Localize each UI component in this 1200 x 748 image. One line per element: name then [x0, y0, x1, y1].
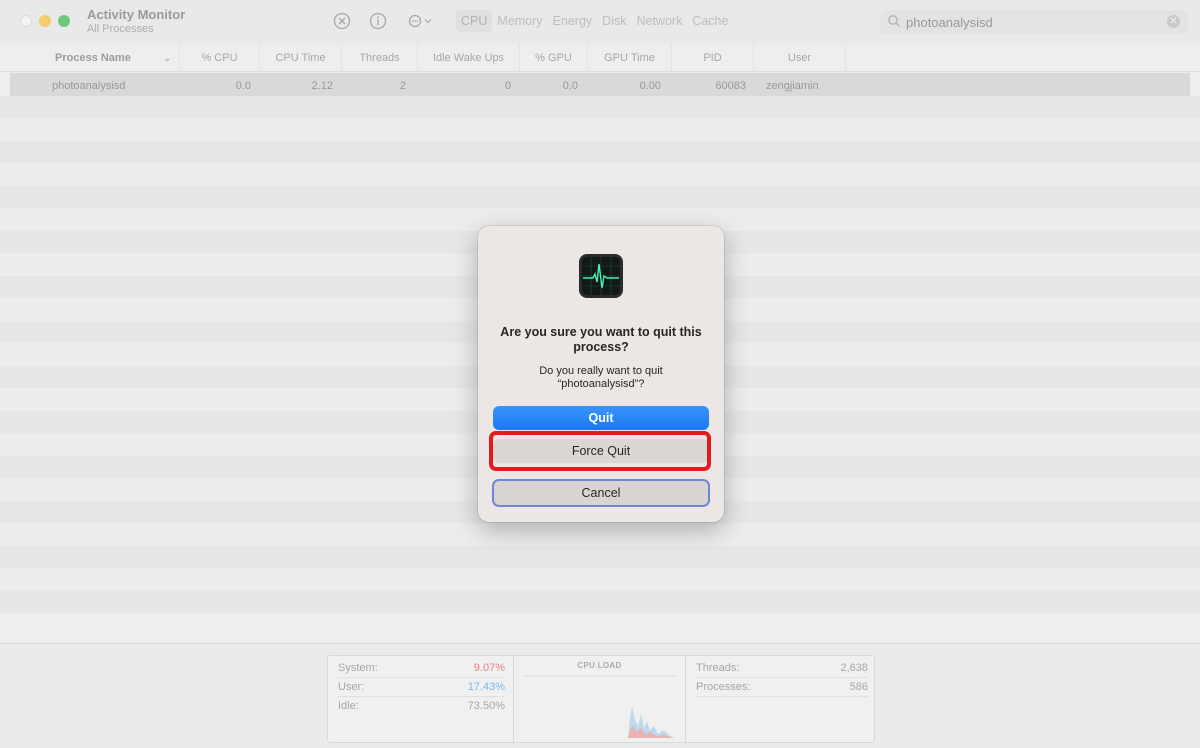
- quit-process-dialog: Are you sure you want to quit this proce…: [478, 226, 724, 522]
- quit-button[interactable]: Quit: [493, 406, 709, 430]
- force-quit-highlight-box: [489, 431, 711, 471]
- dialog-title: Are you sure you want to quit this proce…: [500, 325, 702, 354]
- cancel-button[interactable]: Cancel: [492, 479, 710, 507]
- activity-monitor-app-icon: [577, 252, 625, 300]
- activity-monitor-window: Activity Monitor All Processes CPU Memor…: [0, 0, 1200, 748]
- dialog-message: Do you really want to quit “photoanalysi…: [539, 365, 663, 390]
